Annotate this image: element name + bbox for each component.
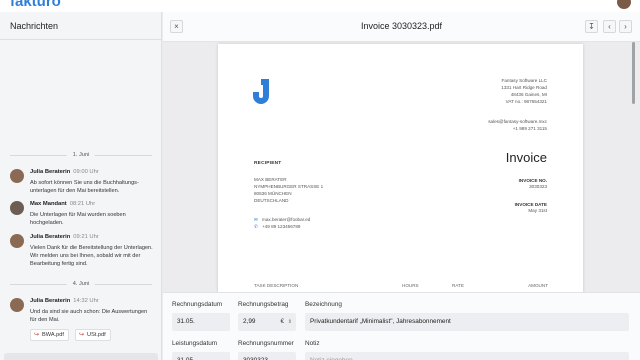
- download-icon: ↧: [588, 22, 595, 31]
- invoice-date: May 31st: [528, 208, 547, 213]
- message-text: Vielen Dank für die Bereitstellung der U…: [30, 245, 153, 267]
- service-date-field[interactable]: 31.05.: [172, 352, 230, 360]
- pdf-page: Fantasy Software LLC 1331 Hart Ridge Roa…: [218, 44, 583, 292]
- document-viewer: × Invoice 3030323.pdf ↧ ‹ › Fantasy Soft…: [163, 12, 640, 360]
- col-rate: RATE: [452, 283, 464, 288]
- attachment-name: USt.pdf: [87, 332, 106, 338]
- pdf-icon: ↪: [79, 332, 85, 338]
- chevron-right-icon: ›: [624, 22, 627, 31]
- avatar: [10, 234, 24, 248]
- message-text: Ab sofort können Sie uns die Buchhaltung…: [30, 180, 139, 194]
- download-button[interactable]: ↧: [585, 20, 598, 33]
- recipient-contact: ✉ max.berater@foobar.ed ✆ +49 89 123456789: [254, 216, 310, 230]
- invoice-heading: Invoice: [505, 150, 547, 165]
- company-line: 48436 Gaines, MI: [510, 92, 547, 97]
- company-email: sales@fantasy-software.mxc: [488, 119, 547, 124]
- pdf-icon: ↪: [34, 332, 40, 338]
- pdf-preview[interactable]: Fantasy Software LLC 1331 Hart Ridge Roa…: [163, 42, 640, 292]
- day-separator: 1. Juni: [10, 150, 152, 160]
- message-author: Julia Beraterin: [30, 169, 71, 175]
- company-line: VAT no.: 987654321: [505, 99, 547, 104]
- invoice-form: Rechnungsdatum 31.05. Rechnungsbetrag 2,…: [163, 292, 640, 360]
- recipient-phone: +49 89 123456789: [262, 224, 301, 229]
- date-label: Rechnungsdatum: [172, 301, 223, 308]
- invoice-date-field[interactable]: 31.05.: [172, 313, 230, 331]
- company-address: Fantasy Software LLC 1331 Hart Ridge Roa…: [501, 77, 547, 105]
- avatar: [10, 201, 24, 215]
- amount-label: Rechnungsbetrag: [238, 301, 289, 308]
- message-author: Max Mandant: [30, 201, 67, 207]
- avatar: [10, 169, 24, 183]
- recipient-label: RECIPIENT: [254, 161, 282, 166]
- note-label: Notiz: [305, 340, 320, 347]
- invoice-number-field[interactable]: 3030323: [238, 352, 296, 360]
- currency-select[interactable]: €: [280, 313, 284, 331]
- day-label: 4. Juni: [66, 279, 96, 289]
- col-hours: HOURS: [402, 283, 419, 288]
- message-time: 09:00 Uhr: [73, 169, 99, 175]
- viewer-toolbar: × Invoice 3030323.pdf ↧ ‹ ›: [163, 12, 640, 42]
- description-label: Bezeichnung: [305, 301, 342, 308]
- company-line: 1331 Hart Ridge Road: [501, 85, 547, 90]
- recipient-address: MAX BERATER NYMPHENBURGER STRASSE 1 8063…: [254, 176, 323, 204]
- company-logo: [253, 79, 269, 104]
- invoice-date-block: INVOICE DATE May 31st: [515, 202, 547, 214]
- message-time: 08:21 Uhr: [69, 201, 96, 207]
- company-line: Fantasy Software LLC: [501, 78, 547, 83]
- next-button[interactable]: ›: [619, 20, 632, 33]
- attachment-ust[interactable]: ↪ USt.pdf: [75, 329, 111, 341]
- chat-title: Nachrichten: [0, 12, 161, 40]
- brand-logo: fakturo: [10, 0, 61, 10]
- col-amount: AMOUNT: [528, 283, 548, 288]
- amount-field[interactable]: 2,99 € ⇕: [238, 313, 296, 331]
- message-text: Die Unterlagen für Mai wurden soeben hoc…: [30, 212, 126, 226]
- message-author: Julia Beraterin: [30, 234, 71, 240]
- user-avatar[interactable]: [616, 0, 632, 10]
- document-title: Invoice 3030323.pdf: [360, 21, 443, 31]
- email-icon: ✉: [254, 217, 258, 222]
- recipient-line: DEUTSCHLAND: [254, 198, 289, 203]
- chat-message: Julia Beraterin 09:21 Uhr Vielen Dank für…: [10, 234, 158, 274]
- chat-input[interactable]: [4, 353, 158, 360]
- message-text: Und da sind sie auch schon: Die Auswertu…: [30, 309, 148, 323]
- recipient-line: MAX BERATER: [254, 177, 287, 182]
- invoice-number-block: INVOICE NO. 3030323: [519, 178, 547, 190]
- recipient-email: max.berater@foobar.ed: [262, 217, 311, 222]
- chat-message: Julia Beraterin 14:32 Uhr Und da sind sie…: [10, 298, 158, 348]
- invoice-number-label: Rechnungsnummer: [238, 340, 294, 347]
- note-field[interactable]: Notiz eingeben...: [305, 352, 629, 360]
- chat-message: Julia Beraterin 09:00 Uhr Ab sofort könne…: [10, 169, 158, 199]
- service-date-label: Leistungsdatum: [172, 340, 218, 347]
- message-time: 09:21 Uhr: [73, 234, 99, 240]
- scrollbar-thumb[interactable]: [632, 42, 635, 104]
- day-separator: 4. Juni: [10, 279, 152, 289]
- description-field[interactable]: Privatkundentarif „Minimalist", Jahresab…: [305, 313, 629, 331]
- phone-icon: ✆: [254, 224, 258, 229]
- attachment-bwa[interactable]: ↪ BWA.pdf: [30, 329, 69, 341]
- col-description: TASK DESCRIPTION: [254, 283, 299, 288]
- message-time: 14:32 Uhr: [73, 298, 99, 304]
- top-bar: fakturo: [0, 0, 640, 12]
- message-author: Julia Beraterin: [30, 298, 71, 304]
- company-phone: +1 989 271 3115: [512, 126, 547, 131]
- day-label: 1. Juni: [66, 150, 96, 160]
- recipient-line: NYMPHENBURGER STRASSE 1: [254, 184, 324, 189]
- chat-message: Max Mandant 08:21 Uhr Die Unterlagen für …: [10, 201, 158, 231]
- attachment-name: BWA.pdf: [42, 332, 64, 338]
- previous-button[interactable]: ‹: [603, 20, 616, 33]
- avatar: [10, 298, 24, 312]
- chat-panel: Nachrichten 1. Juni Julia Beraterin 09:00…: [0, 12, 162, 360]
- company-contact: sales@fantasy-software.mxc +1 989 271 31…: [488, 118, 547, 132]
- chevron-updown-icon: ⇕: [287, 319, 292, 325]
- amount-value: 2,99: [243, 318, 256, 325]
- invoice-number: 3030323: [529, 184, 547, 189]
- recipient-line: 80636 MÜNCHEN: [254, 191, 292, 196]
- chevron-left-icon: ‹: [608, 22, 611, 31]
